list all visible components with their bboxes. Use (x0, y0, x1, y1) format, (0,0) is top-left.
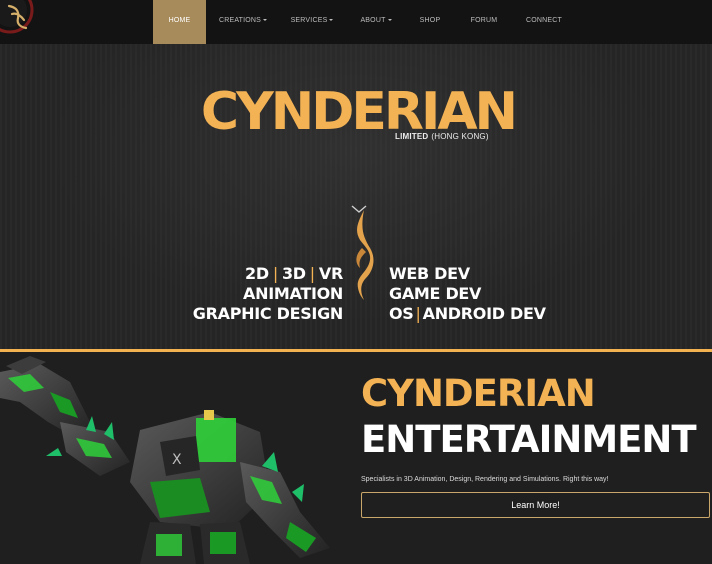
skill-os: OS (389, 304, 414, 323)
skills-right-line3: OS | ANDROID DEV (389, 304, 546, 324)
caret-down-icon (329, 19, 334, 22)
divider-bar: | (415, 304, 421, 323)
nav-shop-label: SHOP (419, 17, 441, 24)
hero-subtitle: LIMITED (HONG KONG) (395, 132, 489, 141)
nav-services-label: SERVICES (290, 17, 328, 24)
hero-section: CYNDERIAN LIMITED (HONG KONG) 2D | 3D | VR AN… (0, 44, 712, 350)
nav-forum[interactable]: FORUM (464, 0, 504, 44)
nav-home-label: HOME (168, 17, 191, 24)
nav-about[interactable]: ABOUT (355, 0, 397, 44)
robot-render-image: X (0, 356, 330, 564)
cynderian-logo-icon[interactable] (0, 0, 36, 36)
skill-animation: ANIMATION (243, 284, 343, 303)
skill-android-dev: ANDROID DEV (422, 304, 546, 323)
nav-connect[interactable]: CONNECT (522, 0, 566, 44)
divider-bar: | (272, 264, 278, 283)
subtitle-region: (HONG KONG) (431, 132, 489, 141)
nav-about-label: ABOUT (360, 17, 386, 24)
subtitle-limited: LIMITED (395, 132, 429, 141)
entertainment-title-line1: CYNDERIAN (361, 372, 596, 415)
entertainment-description: Specialists in 3D Animation, Design, Ren… (361, 476, 609, 483)
entertainment-title-line2: ENTERTAINMENT (361, 418, 697, 461)
nav-creations[interactable]: CREATIONS (214, 0, 272, 44)
skill-game-dev: GAME DEV (389, 284, 482, 303)
caret-down-icon (263, 19, 268, 22)
nav-home[interactable]: HOME (153, 0, 206, 44)
nav-connect-label: CONNECT (525, 17, 562, 24)
flame-emblem-icon (356, 210, 374, 300)
entertainment-section: X CYNDERIAN ENTERTAINMENT Specialists in… (0, 352, 712, 564)
skill-graphic-design: GRAPHIC DESIGN (192, 304, 344, 323)
skills-left-line1: 2D | 3D | VR (245, 264, 343, 284)
caret-down-icon (387, 19, 392, 22)
skill-web-dev: WEB DEV (389, 264, 470, 283)
learn-more-button[interactable]: Learn More! (361, 492, 710, 518)
navbar: HOME CREATIONS SERVICES ABOUT SHOP FORUM… (0, 0, 712, 44)
skill-2d: 2D (245, 264, 269, 283)
skill-3d: 3D (281, 264, 306, 283)
skill-vr: VR (318, 264, 343, 283)
nav-forum-label: FORUM (470, 17, 498, 24)
svg-text:X: X (172, 452, 182, 468)
nav-services[interactable]: SERVICES (286, 0, 338, 44)
divider-bar: | (309, 264, 315, 283)
nav-shop[interactable]: SHOP (413, 0, 447, 44)
nav-creations-label: CREATIONS (218, 17, 262, 24)
